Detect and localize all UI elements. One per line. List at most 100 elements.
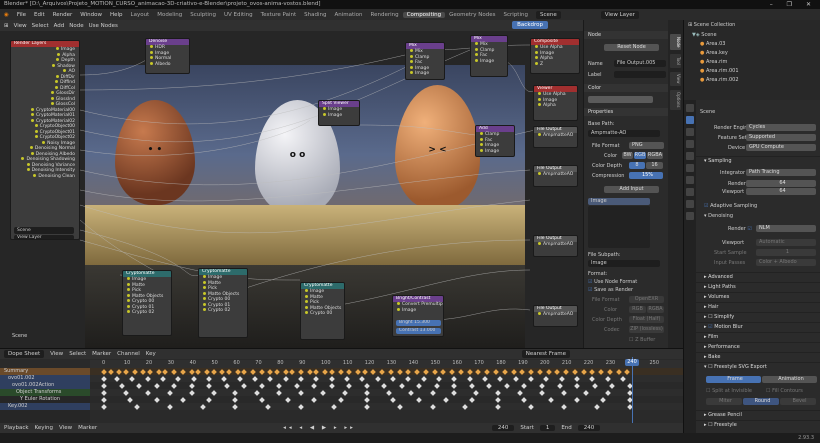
- world-tab-icon[interactable]: [686, 164, 694, 172]
- menu-select[interactable]: Select: [32, 23, 49, 29]
- menu-view[interactable]: View: [14, 23, 27, 29]
- keyframe[interactable]: [420, 375, 427, 382]
- keyframe[interactable]: [232, 396, 239, 403]
- keyframe[interactable]: [429, 403, 436, 410]
- denoising-section[interactable]: ▾ Denoising: [704, 213, 733, 219]
- keyframe[interactable]: [609, 382, 615, 389]
- keyframe[interactable]: [449, 368, 456, 375]
- keyframe[interactable]: [469, 382, 475, 389]
- reset-node-button[interactable]: Reset Node: [604, 44, 659, 51]
- blender-logo-icon[interactable]: ◉: [0, 12, 13, 18]
- add-input-button[interactable]: Add Input: [604, 186, 659, 193]
- keyframe[interactable]: [118, 382, 125, 389]
- keyframe[interactable]: [195, 368, 201, 375]
- color-bw-button[interactable]: BW: [622, 152, 633, 159]
- keyframe[interactable]: [162, 368, 169, 375]
- keyframe[interactable]: [328, 375, 335, 382]
- keyframe[interactable]: [160, 375, 166, 382]
- keyframe[interactable]: [547, 396, 554, 403]
- keyframe[interactable]: [171, 368, 177, 375]
- keyframe[interactable]: [600, 396, 607, 403]
- keyframe[interactable]: [311, 382, 318, 389]
- keyframe[interactable]: [580, 368, 587, 375]
- denoise-node[interactable]: Denoise HDR Image Normal Albedo: [145, 38, 190, 74]
- keyframe[interactable]: [219, 368, 226, 375]
- keyframe[interactable]: [473, 389, 480, 396]
- keyframe[interactable]: [153, 382, 160, 389]
- keyframe[interactable]: [561, 403, 567, 410]
- keyframe[interactable]: [510, 368, 517, 375]
- menu-render[interactable]: Render: [49, 12, 77, 18]
- menu-help[interactable]: Help: [106, 12, 127, 18]
- cryptomatte-node-3[interactable]: Cryptomatte Image Matte Pick Matte Objec…: [300, 282, 345, 340]
- tab-options[interactable]: Options: [670, 90, 681, 110]
- menu-window[interactable]: Window: [76, 12, 106, 18]
- keyframe[interactable]: [528, 368, 534, 375]
- tab-node[interactable]: Node: [670, 34, 681, 50]
- physics-tab-icon[interactable]: [686, 212, 694, 220]
- keyframe[interactable]: [574, 382, 580, 389]
- keyframe[interactable]: [123, 368, 129, 375]
- end-frame-field[interactable]: 240: [577, 425, 601, 431]
- file-output-node-1[interactable]: File Output AmpmatteAO: [533, 126, 578, 148]
- denoise-render-checkbox[interactable]: Render ☑: [728, 226, 752, 232]
- keyframe[interactable]: [188, 368, 195, 375]
- keyframe[interactable]: [188, 389, 195, 396]
- socket[interactable]: AmpmatteAO: [534, 242, 577, 248]
- fill-contours-checkbox[interactable]: ☐ Fill Contours: [766, 388, 803, 394]
- color-depth2-dropdown[interactable]: Float (Half): [629, 316, 664, 323]
- keyframe[interactable]: [101, 389, 107, 396]
- mix-node-2[interactable]: Mix Mix Clamp Fac Image: [470, 35, 508, 77]
- socket[interactable]: Image: [471, 59, 507, 65]
- current-frame-field[interactable]: 240: [491, 425, 515, 431]
- composite-node[interactable]: Composite Use Alpha Image Alpha Z: [530, 38, 580, 74]
- view-layer-tab-icon[interactable]: [686, 140, 694, 148]
- keyframe[interactable]: [252, 375, 258, 382]
- keyframe[interactable]: [234, 368, 241, 375]
- keyframe[interactable]: [140, 368, 147, 375]
- menu-select[interactable]: Select: [69, 351, 86, 357]
- keyframe[interactable]: [166, 389, 173, 396]
- socket[interactable]: Crypto 02: [199, 308, 247, 314]
- keyframe[interactable]: [374, 375, 381, 382]
- keyframe[interactable]: [267, 375, 274, 382]
- keyframe[interactable]: [517, 389, 523, 396]
- keyframe[interactable]: [206, 375, 212, 382]
- add-node[interactable]: Add Clamp Fac Image Image: [475, 125, 515, 157]
- keyframe[interactable]: [101, 382, 107, 389]
- keyframe[interactable]: [359, 375, 366, 382]
- keyframe[interactable]: [355, 368, 361, 375]
- keyframe[interactable]: [543, 375, 550, 382]
- input-list-item[interactable]: Image: [588, 198, 650, 205]
- tab-uv-editing[interactable]: UV Editing: [220, 12, 257, 18]
- keyframe[interactable]: [495, 396, 502, 403]
- keyframe[interactable]: [361, 368, 368, 375]
- keyframe[interactable]: [311, 396, 318, 403]
- use-node-format-checkbox[interactable]: ☑ Use Node Format: [588, 279, 637, 285]
- file-output-node-2[interactable]: File Output AmpmatteAO: [533, 165, 578, 187]
- render-layers-socket[interactable]: Denoising Clean: [11, 174, 79, 180]
- socket[interactable]: AmpmatteAO: [534, 133, 577, 139]
- keyframe[interactable]: [466, 375, 473, 382]
- keyframe[interactable]: [206, 396, 212, 403]
- keyframe[interactable]: [363, 403, 370, 410]
- keyframe[interactable]: [363, 396, 370, 403]
- channel-object[interactable]: ovo01.002: [0, 375, 90, 382]
- keyframe[interactable]: [147, 368, 153, 375]
- start-frame-field[interactable]: 1: [539, 425, 556, 431]
- tab-scripting[interactable]: Scripting: [500, 12, 532, 18]
- keyframe[interactable]: [282, 375, 289, 382]
- split-at-invisible-checkbox[interactable]: ☐ Split at Invisible: [706, 388, 752, 394]
- keyframe[interactable]: [285, 396, 291, 403]
- render-tab-icon[interactable]: [686, 116, 694, 124]
- keyframe[interactable]: [267, 368, 274, 375]
- keyframe[interactable]: [116, 368, 123, 375]
- keyframe[interactable]: [519, 368, 526, 375]
- keyframe[interactable]: [171, 382, 177, 389]
- tab-modeling[interactable]: Modeling: [153, 12, 186, 18]
- channel-group[interactable]: Object Transforms: [0, 389, 90, 396]
- channel-fcurve[interactable]: Y Euler Rotation: [0, 396, 90, 403]
- keyframe-area[interactable]: [90, 368, 683, 430]
- outliner-row-arearim001[interactable]: ● Area.rim.001: [700, 68, 739, 75]
- playback-controls[interactable]: ◂◂ ◂ ◀ ▶ ▸ ▸▸: [283, 425, 356, 431]
